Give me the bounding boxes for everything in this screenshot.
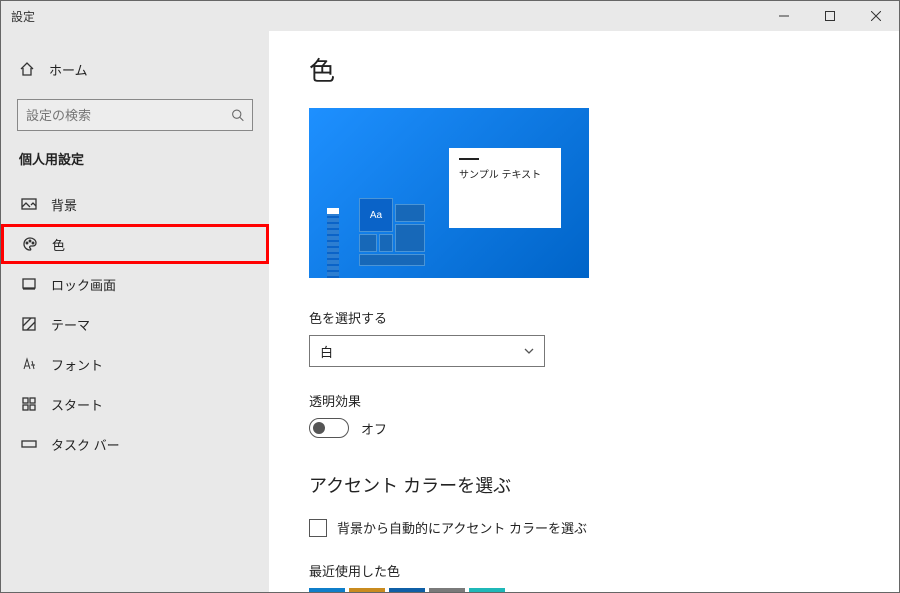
sidebar-item-label: スタート [51,395,103,414]
nav: 背景 色 ロック画面 テーマ フォント スタート [1,184,269,464]
sidebar-item-fonts[interactable]: フォント [1,344,269,384]
theme-icon [21,316,37,332]
preview-tiles: Aa [359,198,429,278]
font-icon [21,356,37,372]
choose-color-dropdown[interactable]: 白 [309,335,545,367]
palette-icon [22,236,38,252]
chevron-down-icon [524,346,534,356]
maximize-button[interactable] [807,1,853,31]
recent-colors [309,588,859,592]
choose-color-value: 白 [320,342,333,361]
sidebar-item-background[interactable]: 背景 [1,184,269,224]
main-content: 色 サンプル テキスト Aa 色を選択する 白 透明効果 オフ アクセント カラ… [269,31,899,592]
minimize-button[interactable] [761,1,807,31]
taskbar-icon [21,436,37,452]
sidebar-item-label: フォント [51,355,103,374]
sidebar-section-label: 個人用設定 [1,149,269,184]
transparency-toggle[interactable] [309,418,349,438]
preview-tile-aa: Aa [359,198,393,232]
auto-accent-row[interactable]: 背景から自動的にアクセント カラーを選ぶ [309,518,859,537]
color-swatch[interactable] [309,588,345,592]
auto-accent-label: 背景から自動的にアクセント カラーを選ぶ [337,518,587,537]
sidebar-item-taskbar[interactable]: タスク バー [1,424,269,464]
search-input[interactable] [26,108,231,123]
auto-accent-checkbox[interactable] [309,519,327,537]
accent-heading: アクセント カラーを選ぶ [309,472,859,498]
page-title: 色 [309,51,859,88]
color-swatch[interactable] [429,588,465,592]
picture-icon [21,196,37,212]
color-preview: サンプル テキスト Aa [309,108,589,278]
lockscreen-icon [21,276,37,292]
home-label: ホーム [49,60,88,79]
start-icon [21,396,37,412]
sidebar-item-themes[interactable]: テーマ [1,304,269,344]
window-controls [761,1,899,31]
sidebar-item-label: 背景 [51,195,77,214]
transparency-label: 透明効果 [309,391,859,410]
sidebar-item-label: テーマ [51,315,90,334]
preview-window: サンプル テキスト [449,148,561,228]
sidebar-item-lockscreen[interactable]: ロック画面 [1,264,269,304]
sidebar-item-label: タスク バー [51,435,120,454]
titlebar: 設定 [1,1,899,31]
sidebar-item-start[interactable]: スタート [1,384,269,424]
choose-color-label: 色を選択する [309,308,859,327]
color-swatch[interactable] [389,588,425,592]
home-link[interactable]: ホーム [1,49,269,89]
color-swatch[interactable] [469,588,505,592]
sidebar-item-colors[interactable]: 色 [1,224,269,264]
search-icon [231,108,244,122]
close-button[interactable] [853,1,899,31]
transparency-state: オフ [361,419,387,438]
search-input-wrapper[interactable] [17,99,253,131]
sidebar-item-label: ロック画面 [51,275,116,294]
recent-colors-label: 最近使用した色 [309,561,859,580]
preview-sample-text: サンプル テキスト [459,170,541,181]
window-title: 設定 [11,8,35,25]
sidebar: ホーム 個人用設定 背景 色 ロック画面 テーマ [1,31,269,592]
sidebar-item-label: 色 [52,235,65,254]
color-swatch[interactable] [349,588,385,592]
home-icon [19,61,35,77]
